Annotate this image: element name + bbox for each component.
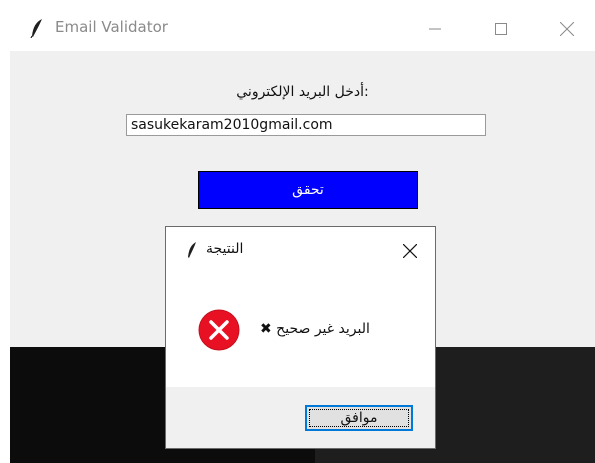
- background-edge: [0, 0, 10, 463]
- dialog-close-button[interactable]: [398, 239, 422, 263]
- dialog-title: النتيجة: [206, 241, 244, 257]
- title-bar: Email Validator: [10, 0, 595, 51]
- feather-icon: [188, 242, 196, 258]
- email-input[interactable]: [126, 114, 486, 136]
- maximize-icon: [495, 23, 507, 35]
- window-title: Email Validator: [55, 18, 168, 36]
- close-icon: [403, 244, 417, 258]
- maximize-button[interactable]: [478, 10, 524, 48]
- close-icon: [560, 22, 574, 36]
- minimize-icon: [429, 28, 441, 30]
- verify-button[interactable]: تحقق: [198, 171, 418, 209]
- minimize-button[interactable]: [412, 10, 458, 48]
- feather-icon: [30, 19, 42, 38]
- close-button[interactable]: [544, 10, 590, 48]
- focus-ring: [309, 409, 409, 427]
- result-message: البريد غير صحيح ✖: [260, 321, 370, 337]
- error-icon: [198, 309, 240, 351]
- email-prompt-label: :أدخل البريد الإلكتروني: [236, 84, 369, 100]
- result-dialog: النتيجة البريد غير صحيح ✖ موافق: [165, 226, 436, 449]
- ok-button[interactable]: موافق: [305, 405, 413, 431]
